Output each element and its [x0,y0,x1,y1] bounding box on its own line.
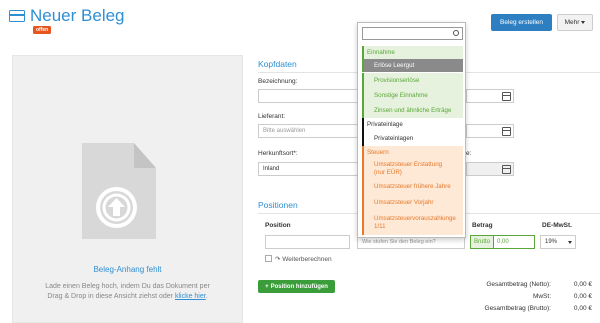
right-field-label: e: [466,150,472,157]
brutto-toggle[interactable]: Brutto [471,236,495,248]
amount-value[interactable]: 0,00 [494,236,512,248]
help-line1: Lade einen Beleg hoch, indem Du das Doku… [45,283,210,290]
amount-field[interactable]: Brutto 0,00 [470,235,535,249]
option-erloese-leergut[interactable]: Erlöse Leergut [362,59,463,72]
page-title: Neuer Beleg [30,6,125,25]
dropdown-search-input[interactable] [362,27,463,40]
calendar-icon[interactable] [502,127,511,136]
lieferant-select[interactable]: Bitte auswählen [258,124,358,138]
add-position-button[interactable]: + Position hinzufügen [258,280,335,293]
mwst-value: 19% [545,239,558,245]
bezeichnung-input[interactable] [258,89,358,103]
kopfdaten-title: Kopfdaten [258,59,297,69]
option-ust-vorauszahlung[interactable]: Umsatzsteuervorauszahlunge 1/11 [362,211,463,235]
search-icon [453,30,459,36]
col-position: Position [265,222,291,229]
total-netto-label: Gesamtbetrag (Netto): [486,281,551,288]
col-mwst: DE-MwSt. [542,222,572,229]
plus-icon: + [265,283,269,290]
calendar-icon[interactable] [502,92,511,101]
option-ust-vorauszahlung-line1: Umsatzsteuervorauszahlunge [374,215,456,222]
weiterberechnen-checkbox[interactable] [265,255,272,262]
group-steuern: Steuern [362,146,463,159]
total-brutto-label: Gesamtbetrag (Brutto): [484,305,551,312]
category-placeholder: Wie stufen Sie den Beleg ein? [362,239,436,245]
option-ust-vorauszahlung-line2: 1/11 [374,223,386,230]
upload-icon-inner [100,191,133,224]
option-sonstige-einnahme[interactable]: Sonstige Einnahme [362,88,463,103]
group-einnahme: Einnahme [362,46,463,59]
lieferant-label: Lieferant: [258,113,286,120]
option-zinsen[interactable]: Zinsen und ähnliche Erträge [362,103,463,118]
weiterberechnen-text: Weiterberechnen [282,256,332,263]
upload-click-link[interactable]: klicke hier [175,293,206,300]
total-brutto-value: 0,00 € [573,305,592,312]
group-privateinlage: Privateinlage [362,118,463,132]
caret-down-icon [568,241,572,244]
more-button-label: Mehr [564,19,580,26]
attachment-help-text: Lade einen Beleg hoch, indem Du das Doku… [22,282,233,302]
caret-down-icon [581,21,586,24]
help-line2: Drag & Drop in diese Ansicht ziehst oder [47,293,174,300]
positionen-title: Positionen [258,200,298,210]
option-ust-fruehere-jahre[interactable]: Umsatzsteuer frühere Jahre [362,179,463,195]
status-badge: offen [33,26,52,34]
share-icon: ↷ [275,256,281,263]
total-mwst-label: MwSt: [532,293,551,300]
option-ust-erstattung[interactable]: Umsatzsteuer Erstattung (nur EÜR) [362,159,463,179]
create-receipt-button[interactable]: Beleg erstellen [491,14,552,31]
more-button[interactable]: Mehr [557,14,593,31]
mwst-select[interactable]: 19% [540,235,576,249]
option-ust-erstattung-line2: (nur EÜR) [374,169,402,176]
option-ust-erstattung-line1: Umsatzsteuer Erstattung [374,161,443,168]
category-dropdown[interactable]: Einnahme Erlöse Leergut Provisionserlöse… [357,22,466,238]
herkunftsort-select[interactable]: Inland [258,162,358,176]
position-input[interactable] [265,235,350,249]
receipt-icon [9,10,25,22]
help-end: . [205,293,208,300]
calendar-icon[interactable] [502,165,511,174]
option-provisionserloese[interactable]: Provisionserlöse [362,73,463,88]
total-netto-value: 0,00 € [573,281,592,288]
total-mwst-value: 0,00 € [573,293,592,300]
option-privateinlagen[interactable]: Privateinlagen [362,132,463,146]
col-betrag: Betrag [472,222,493,229]
weiterberechnen-label[interactable]: ↷ Weiterberechnen [275,255,332,263]
option-ust-vorjahr[interactable]: Umsatzsteuer Vorjahr [362,195,463,211]
upload-arrow-icon [102,193,131,222]
herkunftsort-label: Herkunftsort*: [258,150,298,157]
add-position-label: Position hinzufügen [270,283,328,290]
attachment-missing-title: Beleg-Anhang fehlt [93,265,162,274]
bezeichnung-label: Bezeichnung: [258,78,298,85]
